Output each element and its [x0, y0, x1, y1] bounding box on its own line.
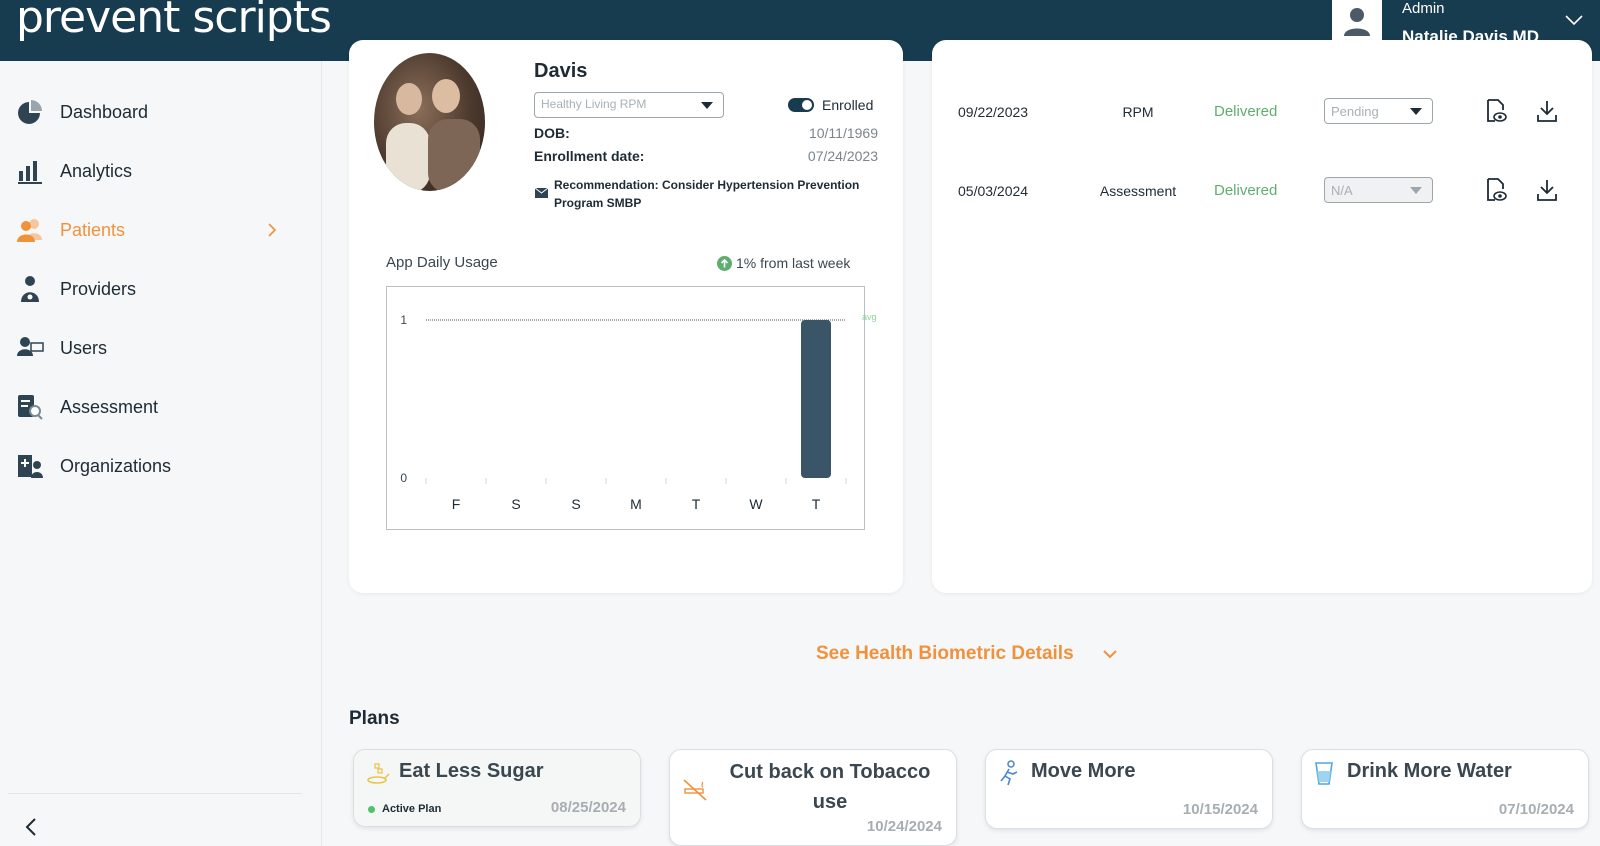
patient-photo: [374, 53, 485, 191]
enrolled-label: Enrolled: [822, 97, 874, 113]
user-role: Admin: [1402, 0, 1445, 17]
dob-label: DOB:: [534, 125, 570, 141]
chevron-down-icon[interactable]: [1102, 648, 1118, 660]
plan-title: Cut back on Tobacco use: [729, 761, 931, 813]
x-category-label: T: [812, 496, 821, 512]
arrow-up-circle-icon: [717, 256, 732, 271]
x-category-label: M: [630, 496, 642, 512]
program-select[interactable]: Healthy Living RPM: [534, 92, 724, 118]
x-category-label: W: [749, 496, 763, 512]
recommendation-text: Recommendation: Consider Hypertension Pr…: [554, 178, 860, 210]
dob-value: 10/11/1969: [808, 125, 878, 141]
caret-down-icon: [701, 102, 713, 109]
chevron-down-icon[interactable]: [1565, 14, 1583, 26]
usage-chart: 0 1 avg F S S M T W T: [400, 312, 877, 512]
report-status-select[interactable]: Pending: [1324, 98, 1433, 124]
average-label: avg: [862, 312, 877, 322]
plan-card[interactable]: Cut back on Tobacco use 10/24/2024: [669, 749, 957, 846]
see-biometric-details-link[interactable]: See Health Biometric Details: [816, 643, 1074, 665]
patient-name: Davis: [534, 60, 588, 82]
sidebar-item-organizations[interactable]: Organizations: [0, 441, 322, 491]
plan-status: Active Plan: [368, 803, 441, 815]
enrollment-date-label: Enrollment date:: [534, 148, 645, 164]
report-date: 05/03/2024: [958, 183, 1029, 199]
patients-icon: [17, 219, 42, 242]
plan-title: Move More: [1031, 760, 1136, 782]
plan-card[interactable]: Eat Less Sugar Active Plan 08/25/2024: [353, 749, 641, 827]
sidebar-divider: [8, 793, 302, 794]
report-status-select: N/A: [1324, 177, 1433, 203]
x-category-label: S: [511, 496, 520, 512]
logo[interactable]: prevent scripts®: [16, 0, 342, 43]
x-category-label: T: [692, 496, 701, 512]
bar-chart-icon: [18, 161, 42, 184]
enrolled-toggle[interactable]: [788, 98, 814, 112]
view-document-icon[interactable]: [1484, 98, 1508, 124]
x-category-label: S: [571, 496, 580, 512]
no-smoking-icon: [683, 779, 707, 801]
plans-title: Plans: [349, 708, 400, 729]
report-type: RPM: [1122, 104, 1154, 120]
report-status: Delivered: [1214, 103, 1278, 120]
x-category-label: F: [452, 496, 461, 512]
plan-title: Eat Less Sugar: [399, 760, 544, 782]
download-icon[interactable]: [1535, 98, 1559, 124]
sidebar-item-users[interactable]: Users: [0, 323, 322, 373]
plan-title: Drink More Water: [1347, 760, 1512, 782]
user-icon: [1344, 8, 1370, 36]
report-row: 09/22/2023 RPM Delivered Pending: [932, 94, 1592, 134]
enrollment-date-value: 07/24/2023: [807, 148, 878, 164]
download-icon[interactable]: [1535, 177, 1559, 203]
y-tick-label: 0: [400, 471, 407, 485]
sidebar-item-providers[interactable]: Providers: [0, 264, 322, 314]
pie-chart-icon: [18, 100, 42, 124]
plan-date: 10/15/2024: [1182, 801, 1258, 818]
water-glass-icon: [1315, 762, 1333, 785]
collapse-sidebar-icon[interactable]: [20, 815, 44, 839]
sidebar-item-analytics[interactable]: Analytics: [0, 146, 322, 196]
plan-card[interactable]: Move More 10/15/2024: [985, 749, 1273, 829]
plan-card[interactable]: Drink More Water 07/10/2024: [1301, 749, 1589, 829]
chevron-right-icon: [268, 223, 277, 237]
usage-delta: 1% from last week: [736, 255, 851, 271]
spoon-sugar-icon: [367, 763, 390, 784]
report-date: 09/22/2023: [958, 104, 1029, 120]
sidebar: Dashboard Analytics Patients Providers U…: [0, 61, 322, 846]
sidebar-item-dashboard[interactable]: Dashboard: [0, 87, 322, 137]
user-card-icon: [17, 337, 44, 356]
clipboard-search-icon: [18, 395, 43, 420]
caret-down-icon: [1410, 187, 1422, 194]
plan-date: 10/24/2024: [866, 818, 942, 835]
report-status: Delivered: [1214, 182, 1278, 199]
hospital-icon: [18, 455, 43, 478]
usage-title: App Daily Usage: [386, 254, 498, 271]
usage-bar: [801, 320, 831, 478]
view-document-icon[interactable]: [1484, 177, 1508, 203]
report-row: 05/03/2024 Assessment Delivered N/A: [932, 173, 1592, 213]
running-icon: [1000, 760, 1018, 786]
caret-down-icon: [1410, 108, 1422, 115]
plan-date: 08/25/2024: [550, 799, 626, 816]
plan-date: 07/10/2024: [1498, 801, 1574, 818]
sidebar-item-assessment[interactable]: Assessment: [0, 382, 322, 432]
y-tick-label: 1: [400, 313, 407, 327]
envelope-icon: [535, 188, 548, 198]
doctor-icon: [21, 276, 39, 302]
report-type: Assessment: [1099, 183, 1177, 199]
sidebar-item-patients[interactable]: Patients: [0, 205, 322, 255]
